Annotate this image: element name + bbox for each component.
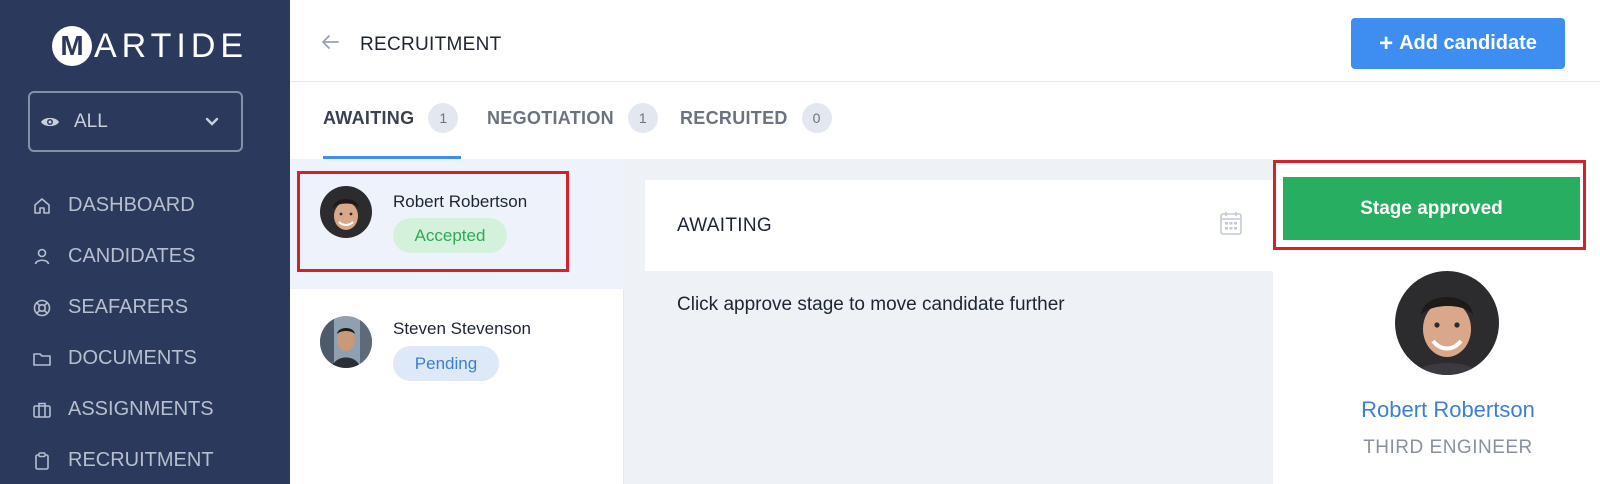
profile-role: THIRD ENGINEER — [1363, 437, 1533, 458]
plus-icon: + — [1379, 29, 1394, 57]
highlight-frame — [1273, 160, 1586, 250]
sidebar-nav: DASHBOARD CANDIDATES SEAFARERS DOCUMENTS — [0, 180, 290, 484]
stage-tabs: AWAITING 1 NEGOTIATION 1 RECRUITED 0 — [290, 82, 1600, 159]
sidebar-item-recruitment[interactable]: RECRUITMENT — [0, 435, 290, 484]
stage-instruction-text: Click approve stage to move candidate fu… — [677, 294, 1065, 315]
status-badge: Pending — [393, 346, 499, 381]
visibility-filter-select[interactable]: ALL — [28, 91, 243, 152]
calendar-icon[interactable] — [1219, 210, 1243, 241]
tab-label: NEGOTIATION — [487, 108, 614, 128]
stage-title: AWAITING — [677, 215, 772, 236]
sidebar-item-label: RECRUITMENT — [68, 449, 214, 471]
sidebar-item-dashboard[interactable]: DASHBOARD — [0, 180, 290, 231]
add-candidate-button[interactable]: + Add candidate — [1351, 18, 1565, 69]
home-icon — [32, 196, 52, 216]
sidebar-item-documents[interactable]: DOCUMENTS — [0, 333, 290, 384]
sidebar-item-label: SEAFARERS — [68, 296, 189, 318]
sidebar: M ARTIDE ALL DASHBOARD CANDIDATES SEAFAR… — [0, 0, 290, 484]
tab-negotiation[interactable]: NEGOTIATION 1 — [487, 103, 658, 159]
highlight-frame — [297, 171, 569, 272]
avatar — [320, 316, 372, 368]
tab-label: AWAITING — [323, 108, 415, 128]
back-arrow-icon[interactable] — [320, 34, 340, 55]
profile-avatar — [1395, 271, 1499, 375]
sidebar-item-assignments[interactable]: ASSIGNMENTS — [0, 384, 290, 435]
page-header: RECRUITMENT + Add candidate — [290, 0, 1600, 82]
add-candidate-label: Add candidate — [1399, 32, 1537, 54]
tab-awaiting[interactable]: AWAITING 1 — [323, 103, 461, 159]
briefcase-icon — [32, 400, 52, 420]
tab-label: RECRUITED — [680, 108, 788, 128]
logo-text: ARTIDE — [94, 26, 249, 65]
sidebar-item-label: ASSIGNMENTS — [68, 398, 214, 420]
logo-mark: M — [52, 26, 92, 66]
user-icon — [32, 247, 52, 267]
tab-count-badge: 0 — [801, 103, 832, 133]
candidate-name: Steven Stevenson — [393, 319, 531, 338]
profile-name-link[interactable]: Robert Robertson — [1273, 397, 1600, 423]
folder-icon — [32, 349, 52, 369]
sidebar-item-label: DASHBOARD — [68, 194, 195, 216]
tab-count-badge: 1 — [627, 103, 658, 133]
tab-count-badge: 1 — [428, 103, 459, 133]
sidebar-item-label: CANDIDATES — [68, 245, 196, 267]
sidebar-item-label: DOCUMENTS — [68, 347, 197, 369]
candidate-profile-panel: Stage approved Robert Robertson THIRD EN… — [1273, 159, 1600, 484]
clipboard-icon — [32, 451, 52, 471]
candidate-list-item[interactable]: Steven Stevenson Pending — [290, 289, 624, 419]
candidate-list: Robert Robertson Accepted Steven Stevens… — [290, 159, 624, 484]
logo[interactable]: M ARTIDE — [52, 24, 248, 68]
main-content: Robert Robertson Accepted Steven Stevens… — [290, 159, 1600, 484]
stage-header-card: AWAITING — [645, 180, 1273, 271]
filter-value: ALL — [74, 110, 108, 132]
eye-icon — [40, 112, 60, 132]
recruitment-app: M ARTIDE ALL DASHBOARD CANDIDATES SEAFAR… — [0, 0, 1600, 484]
page-title: RECRUITMENT — [360, 34, 502, 55]
sidebar-item-seafarers[interactable]: SEAFARERS — [0, 282, 290, 333]
sidebar-item-candidates[interactable]: CANDIDATES — [0, 231, 290, 282]
chevron-down-icon — [205, 111, 219, 133]
tab-recruited[interactable]: RECRUITED 0 — [680, 103, 832, 159]
lifebuoy-icon — [32, 298, 52, 318]
